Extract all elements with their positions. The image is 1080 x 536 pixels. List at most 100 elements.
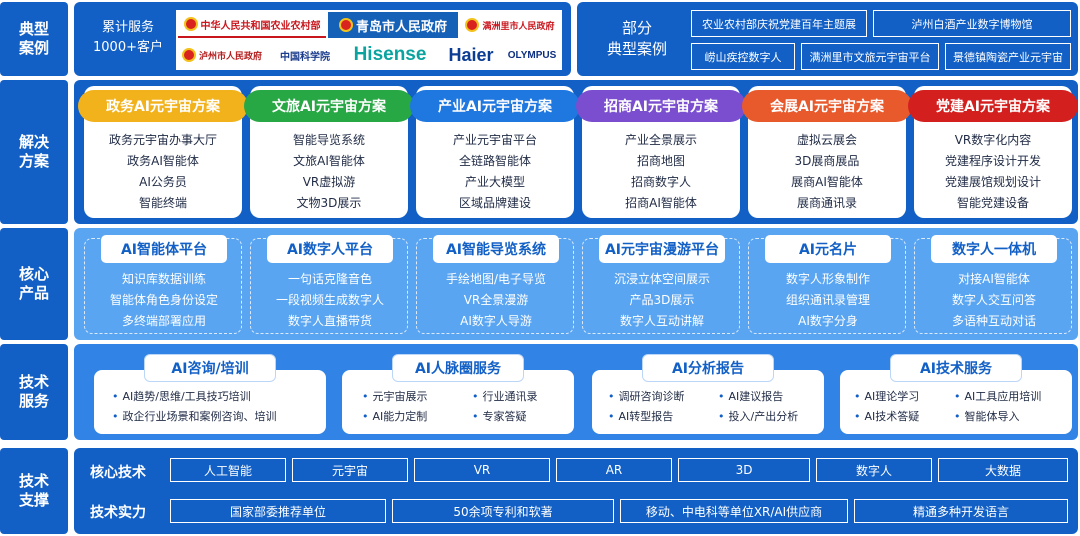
product-title: AI智能导览系统 xyxy=(433,235,559,263)
product-item: 一段视频生成数字人 xyxy=(275,293,384,307)
product-item: 数字人直播带货 xyxy=(287,314,372,328)
core-tech-label: 核心技术 xyxy=(90,465,146,481)
solution-card-tourism: 文旅AI元宇宙方案 智能导览系统 文旅AI智能体 VR虚拟游 文物3D展示 xyxy=(244,86,414,218)
solution-item: 产业全景展示 xyxy=(624,133,697,147)
solution-items: 产业元宇宙平台 全链路智能体 产业大模型 区域品牌建设 xyxy=(416,130,574,214)
logo-text: 满洲里市人民政府 xyxy=(482,21,555,32)
solution-card-gov: 政务AI元宇宙方案 政务元宇宙办事大厅 政务AI智能体 AI公务员 智能终端 xyxy=(78,86,248,218)
cumulative-count: 1000+客户 xyxy=(93,40,163,55)
solution-item: 智能导览系统 xyxy=(292,133,365,147)
emblem-icon xyxy=(181,48,196,62)
service-item: 投入/产出分析 xyxy=(718,408,799,424)
logo-text: 中华人民共和国农业农村部 xyxy=(200,20,321,32)
core-tech-item: AR xyxy=(556,458,672,482)
product-card: AI元宇宙漫游平台 沉浸立体空间展示 产品3D展示 数字人互动讲解 xyxy=(582,235,741,334)
solution-item: AI公务员 xyxy=(139,175,187,189)
service-card: AI咨询/培训 AI趋势/思维/工具技巧培训 政企行业场景和案例咨询、培训 xyxy=(94,354,326,434)
services-row: AI咨询/培训 AI趋势/思维/工具技巧培训 政企行业场景和案例咨询、培训 AI… xyxy=(74,344,1078,440)
cases-row: 累计服务 1000+客户 中华人民共和国农业农村部 青岛市人民政府 满洲里市人民… xyxy=(74,2,1078,76)
core-tech-item: 3D xyxy=(678,458,810,482)
solution-item: 文旅AI智能体 xyxy=(293,154,365,168)
product-item: 手绘地图/电子导览 xyxy=(445,272,547,286)
typical-cases-panel: 部分 典型案例 农业农村部庆祝党建百年主题展 泸州白酒产业数字博物馆 崂山疾控数… xyxy=(577,2,1078,76)
logo-text: OLYMPUS xyxy=(507,49,557,61)
solution-item: 文物3D展示 xyxy=(296,196,362,210)
logo-haier: Haier xyxy=(440,42,502,68)
solution-item: 招商地图 xyxy=(636,154,685,168)
solution-title: 文旅AI元宇宙方案 xyxy=(244,90,414,122)
product-card: AI数字人平台 一句话克隆音色 一段视频生成数字人 数字人直播带货 xyxy=(250,235,408,334)
solution-title: 产业AI元宇宙方案 xyxy=(410,90,580,122)
solution-item: VR虚拟游 xyxy=(302,175,356,189)
solution-title: 会展AI元宇宙方案 xyxy=(742,90,912,122)
product-title: AI元名片 xyxy=(765,235,891,263)
service-item: AI理论学习 xyxy=(854,388,920,404)
case-item: 景德镇陶瓷产业元宇宙 xyxy=(945,43,1071,70)
solution-item: 展商AI智能体 xyxy=(791,175,863,189)
product-card: AI智能体平台 知识库数据训练 智能体角色身份设定 多终端部署应用 xyxy=(84,235,243,334)
service-card: AI分析报告 调研咨询诊断 AI建议报告 AI转型报告 投入/产出分析 xyxy=(592,354,824,434)
logo-moa: 中华人民共和国农业农村部 xyxy=(178,12,326,38)
service-item: AI技术答疑 xyxy=(854,408,920,424)
product-items: 沉浸立体空间展示 产品3D展示 数字人互动讲解 xyxy=(583,269,741,332)
solution-item: 展商通讯录 xyxy=(796,196,857,210)
solution-item: 党建展馆规划设计 xyxy=(944,175,1041,189)
support-row: 核心技术 人工智能 元宇宙 VR AR 3D 数字人 大数据 技术实力 国家部委… xyxy=(74,448,1078,534)
row-label-solutions: 解决方案 xyxy=(0,80,68,224)
product-item: VR全景漫游 xyxy=(463,293,529,307)
solution-item: 招商数字人 xyxy=(630,175,691,189)
core-tech-item: 数字人 xyxy=(816,458,932,482)
service-item: 智能体导入 xyxy=(954,408,1020,424)
solution-card-exhibition: 会展AI元宇宙方案 虚拟云展会 3D展商展品 展商AI智能体 展商通讯录 xyxy=(742,86,912,218)
emblem-icon xyxy=(338,18,353,32)
product-item: 多终端部署应用 xyxy=(121,314,206,328)
case-title-line: 部分 xyxy=(621,19,652,37)
row-label-cases: 典型案例 xyxy=(0,2,68,76)
product-item: 智能体角色身份设定 xyxy=(109,293,218,307)
solution-items: 产业全景展示 招商地图 招商数字人 招商AI智能体 xyxy=(582,130,740,214)
solution-item: 产业大模型 xyxy=(464,175,525,189)
logo-manzhouli: 满洲里市人民政府 xyxy=(460,12,560,38)
service-title: AI技术服务 xyxy=(890,354,1022,382)
row-label-products: 核心产品 xyxy=(0,228,68,340)
logo-text: 青岛市人民政府 xyxy=(355,19,447,35)
service-item: 专家答疑 xyxy=(472,408,527,424)
solution-item: 全链路智能体 xyxy=(458,154,531,168)
service-card: AI人脉圈服务 元宇宙展示 行业通讯录 AI能力定制 专家答疑 xyxy=(342,354,574,434)
case-item: 满洲里市文旅元宇宙平台 xyxy=(801,43,939,70)
product-item: AI数字分身 xyxy=(798,314,858,328)
solution-item: 招商AI智能体 xyxy=(625,196,697,210)
service-item: 元宇宙展示 xyxy=(362,388,428,404)
solution-item: 区域品牌建设 xyxy=(458,196,531,210)
product-title: AI智能体平台 xyxy=(101,235,227,263)
solution-item: 虚拟云展会 xyxy=(796,133,857,147)
product-item: 数字人形象制作 xyxy=(785,272,870,286)
solution-item: 政务AI智能体 xyxy=(127,154,199,168)
tech-strength-item: 50余项专利和软著 xyxy=(392,499,614,523)
solution-item: 3D展商展品 xyxy=(794,154,860,168)
solution-card-industry: 产业AI元宇宙方案 产业元宇宙平台 全链路智能体 产业大模型 区域品牌建设 xyxy=(410,86,580,218)
solution-items: 智能导览系统 文旅AI智能体 VR虚拟游 文物3D展示 xyxy=(250,130,408,214)
service-item: 行业通讯录 xyxy=(472,388,538,404)
case-item: 农业农村部庆祝党建百年主题展 xyxy=(691,10,867,37)
product-items: 对接AI智能体 数字人交互问答 多语种互动对话 xyxy=(915,269,1073,332)
logo-text: Haier xyxy=(448,44,494,65)
core-tech-item: VR xyxy=(414,458,550,482)
tech-strength-item: 移动、中电科等单位XR/AI供应商 xyxy=(620,499,848,523)
logo-luzhou: 泸州市人民政府 xyxy=(178,42,266,68)
cumulative-clients: 累计服务 1000+客户 xyxy=(82,18,174,58)
solution-item: 产业元宇宙平台 xyxy=(452,133,537,147)
solution-item: 党建程序设计开发 xyxy=(944,154,1041,168)
service-item: 政企行业场景和案例咨询、培训 xyxy=(112,408,277,424)
solution-item: 智能终端 xyxy=(138,196,187,210)
emblem-icon xyxy=(465,18,480,32)
client-logo-wall: 中华人民共和国农业农村部 青岛市人民政府 满洲里市人民政府 泸州市人民政府 中国… xyxy=(176,10,562,70)
product-item: 沉浸立体空间展示 xyxy=(613,272,710,286)
case-item: 泸州白酒产业数字博物馆 xyxy=(873,10,1071,37)
product-card: AI智能导览系统 手绘地图/电子导览 VR全景漫游 AI数字人导游 xyxy=(416,235,574,334)
solution-title: 政务AI元宇宙方案 xyxy=(78,90,248,122)
service-item: 调研咨询诊断 xyxy=(608,388,685,404)
service-item: AI建议报告 xyxy=(718,388,784,404)
logo-hisense: Hisense xyxy=(342,42,438,68)
product-items: 知识库数据训练 智能体角色身份设定 多终端部署应用 xyxy=(85,269,243,332)
